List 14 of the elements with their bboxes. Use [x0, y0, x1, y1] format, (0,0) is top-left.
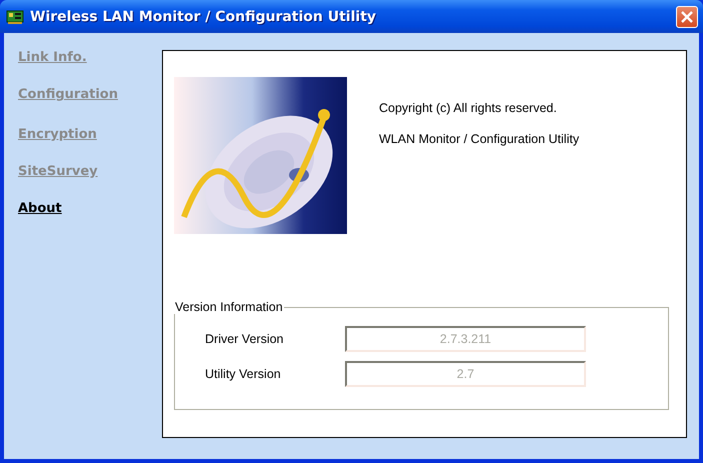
sidebar-link[interactable]: SiteSurvey: [18, 164, 98, 180]
sidebar-link[interactable]: Link Info.: [18, 50, 87, 66]
close-button[interactable]: [676, 6, 698, 28]
about-text: Copyright (c) All rights reserved.: [379, 101, 558, 115]
sidebar-link[interactable]: Encryption: [18, 127, 97, 143]
sidebar-link[interactable]: About: [18, 201, 62, 217]
field-label: Driver Version: [204, 332, 284, 346]
window-title: Wireless LAN Monitor / Configuration Utility: [30, 8, 378, 24]
sidebar-link[interactable]: Configuration: [18, 87, 118, 103]
group-title: Version Information: [174, 300, 284, 314]
about-text: WLAN Monitor / Configuration Utility: [379, 132, 580, 146]
close-icon: [681, 10, 693, 22]
network-card-icon: [6, 8, 24, 24]
field-label: Utility Version: [204, 367, 282, 381]
